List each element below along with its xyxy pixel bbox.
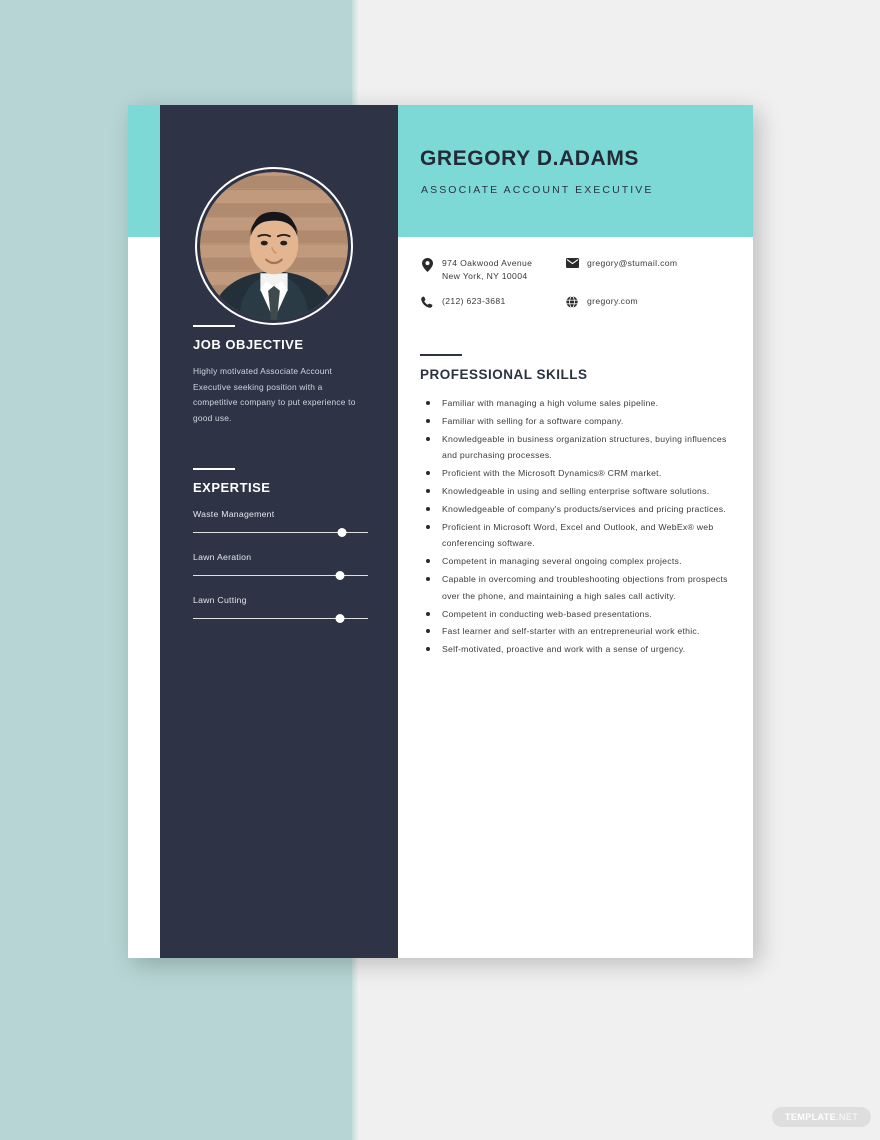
professional-skills-heading: PROFESSIONAL SKILLS (420, 367, 588, 382)
slider-knob[interactable] (335, 614, 345, 623)
website-text: gregory.com (587, 296, 638, 306)
resume-main-column: GREGORY D.ADAMS ASSOCIATE ACCOUNT EXECUT… (398, 105, 753, 958)
professional-skills-list: Familiar with managing a high volume sal… (420, 395, 732, 658)
list-item: Knowledgeable in using and selling enter… (420, 483, 732, 500)
job-objective-heading: JOB OBJECTIVE (193, 337, 304, 352)
list-item: Familiar with managing a high volume sal… (420, 395, 732, 412)
list-item: Knowledgeable in business organization s… (420, 431, 732, 465)
job-objective-text: Highly motivated Associate Account Execu… (193, 366, 356, 423)
list-item: Fast learner and self-starter with an en… (420, 623, 732, 640)
section-rule (193, 468, 235, 470)
list-item: Competent in managing several ongoing co… (420, 553, 732, 570)
expertise-slider[interactable] (193, 614, 368, 623)
page-title: GREGORY D.ADAMS (420, 147, 640, 170)
slider-knob[interactable] (337, 528, 347, 537)
expertise-item: Lawn Aeration (193, 552, 368, 580)
resume-page: JOB OBJECTIVE Highly motivated Associate… (128, 105, 753, 958)
list-item: Self-motivated, proactive and work with … (420, 641, 732, 658)
section-rule (420, 354, 462, 356)
address-text: 974 Oakwood Avenue New York, NY 10004 (442, 258, 533, 281)
portrait-illustration (200, 172, 348, 320)
avatar-photo (200, 172, 348, 320)
list-item: Proficient with the Microsoft Dynamics® … (420, 465, 732, 482)
contact-info: 974 Oakwood Avenue New York, NY 10004 gr… (420, 257, 740, 329)
contact-phone: (212) 623-3681 (420, 295, 506, 308)
phone-text: (212) 623-3681 (442, 296, 506, 306)
phone-icon (420, 295, 434, 308)
slider-knob[interactable] (335, 571, 345, 580)
contact-email: gregory@stumail.com (565, 257, 677, 270)
list-item: Knowledgeable of company's products/serv… (420, 501, 732, 518)
expertise-slider[interactable] (193, 571, 368, 580)
expertise-label: Lawn Aeration (193, 552, 252, 562)
expertise-slider[interactable] (193, 528, 368, 537)
list-item: Competent in conducting web-based presen… (420, 606, 732, 623)
contact-address: 974 Oakwood Avenue New York, NY 10004 (420, 257, 532, 283)
expertise-section: EXPERTISE Waste Management Lawn Aeration L… (193, 468, 368, 623)
expertise-label: Lawn Cutting (193, 595, 247, 605)
contact-website: gregory.com (565, 295, 638, 308)
section-rule (193, 325, 235, 327)
teal-accent-strip (128, 105, 160, 237)
list-item: Capable in overcoming and troubleshootin… (420, 571, 732, 605)
globe-icon (565, 295, 579, 308)
expertise-list: Waste Management Lawn Aeration Lawn Cuttin… (193, 509, 368, 623)
expertise-heading: EXPERTISE (193, 480, 271, 495)
list-item: Proficient in Microsoft Word, Excel and … (420, 519, 732, 553)
watermark-light: .NET (836, 1112, 859, 1122)
envelope-icon (565, 257, 579, 268)
map-pin-icon (420, 257, 434, 272)
resume-sidebar: JOB OBJECTIVE Highly motivated Associate… (160, 105, 398, 958)
list-item: Familiar with selling for a software com… (420, 413, 732, 430)
email-text: gregory@stumail.com (587, 258, 678, 268)
watermark-bold: TEMPLATE (785, 1112, 837, 1122)
left-white-margin (128, 237, 160, 958)
expertise-item: Waste Management (193, 509, 368, 537)
watermark-badge: TEMPLATE.NET (772, 1107, 872, 1127)
job-title: ASSOCIATE ACCOUNT EXECUTIVE (421, 184, 654, 196)
professional-skills-section: PROFESSIONAL SKILLS Familiar with managi… (420, 354, 732, 659)
expertise-label: Waste Management (193, 509, 275, 519)
expertise-item: Lawn Cutting (193, 595, 368, 623)
avatar (195, 167, 353, 325)
header-banner: GREGORY D.ADAMS ASSOCIATE ACCOUNT EXECUT… (398, 105, 753, 237)
job-objective-section: JOB OBJECTIVE Highly motivated Associate… (193, 325, 368, 426)
